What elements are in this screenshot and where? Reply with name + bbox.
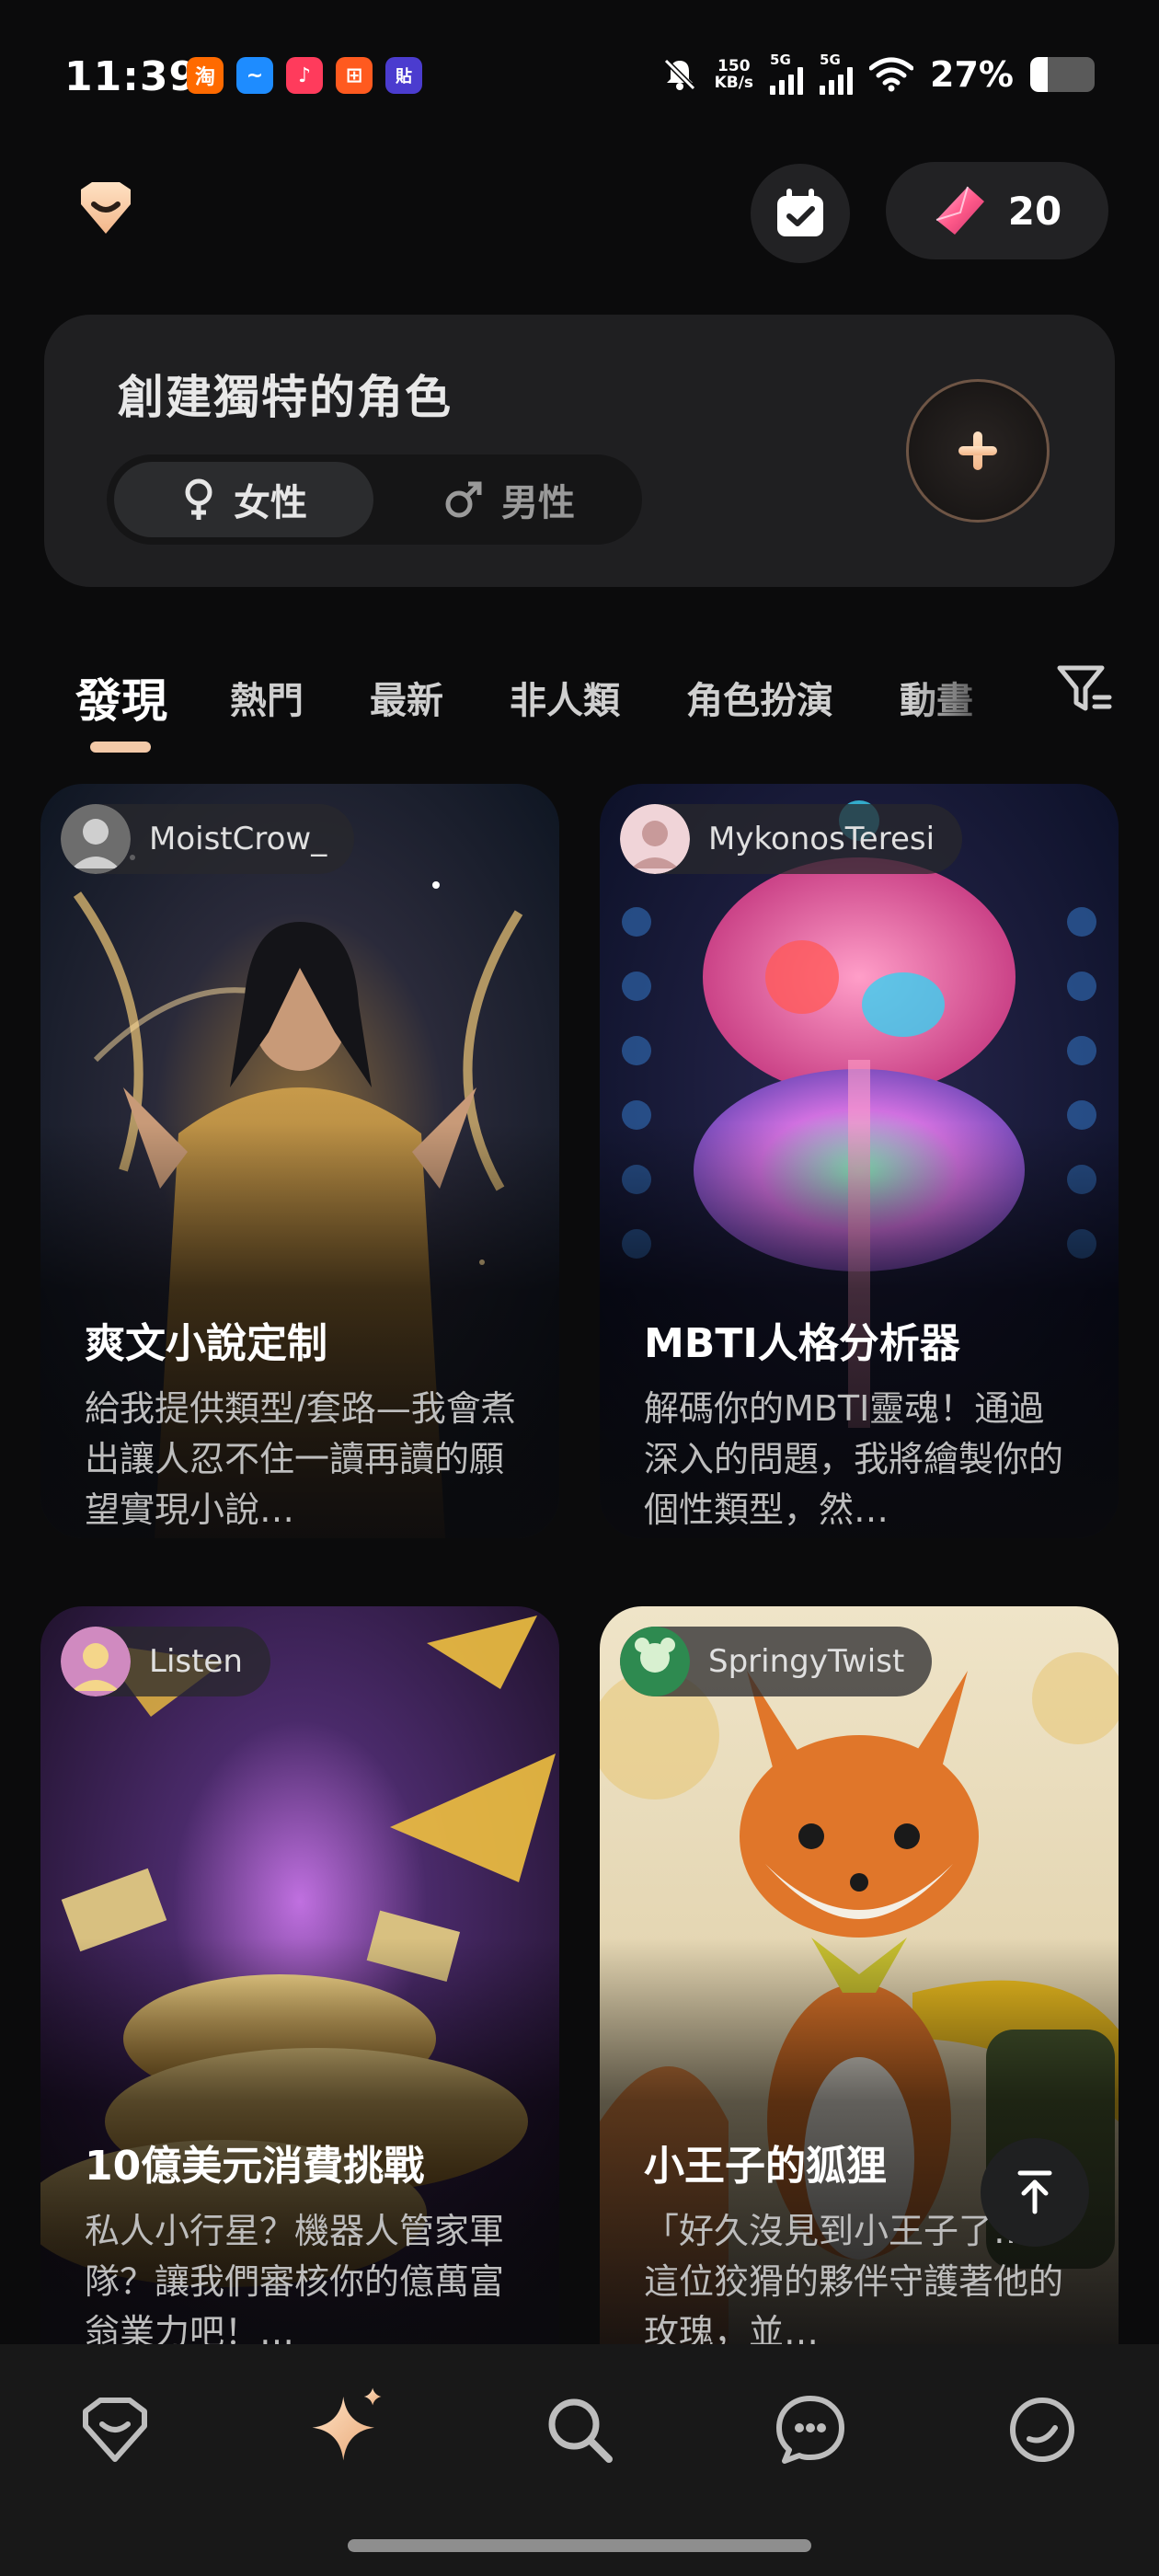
create-character-button[interactable] xyxy=(906,379,1050,523)
network-speed-value: 150 xyxy=(717,56,751,75)
gem-balance-button[interactable]: 20 xyxy=(886,162,1108,259)
mute-bell-icon xyxy=(663,58,695,90)
creator-chip[interactable]: MoistCrow_ xyxy=(61,804,355,874)
battery-icon xyxy=(1030,56,1095,92)
plus-icon xyxy=(958,431,997,470)
tab-popular[interactable]: 熱門 xyxy=(230,671,304,724)
gender-male-option[interactable]: 男性 xyxy=(383,462,635,537)
nav-search[interactable] xyxy=(538,2388,621,2471)
daily-checkin-button[interactable] xyxy=(751,164,850,263)
battery-fill xyxy=(1030,56,1048,92)
signal-1-label: 5G xyxy=(770,52,791,68)
tab-roleplay[interactable]: 角色扮演 xyxy=(686,671,833,724)
taobao-icon: 淘 xyxy=(187,57,224,94)
scroll-to-top-button[interactable] xyxy=(981,2138,1089,2247)
creator-chip[interactable]: Listen xyxy=(61,1627,270,1696)
chat-icon xyxy=(776,2396,844,2464)
home-indicator[interactable] xyxy=(348,2539,811,2552)
gem-count: 20 xyxy=(1007,188,1062,234)
gender-female-label: 女性 xyxy=(234,482,307,524)
card-title: MBTI人格分析器 xyxy=(644,1320,960,1367)
wifi-icon xyxy=(869,57,914,91)
avatar xyxy=(620,804,690,874)
crystal-icon xyxy=(935,186,984,235)
card-description: 私人小行星？機器人管家軍隊？讓我們審核你的億萬富翁業力吧！… xyxy=(85,2211,505,2344)
tab-discover[interactable]: 發現 xyxy=(75,664,167,730)
creator-name: Listen xyxy=(149,1643,243,1680)
creator-chip[interactable]: SpringyTwist xyxy=(620,1627,933,1696)
profile-icon xyxy=(1010,2398,1074,2462)
gender-male-label: 男性 xyxy=(501,482,575,524)
sparkle-discover-icon xyxy=(312,2387,382,2461)
card-description: 解碼你的MBTI靈魂！通過深入的問題，我將繪製你的個性類型，然… xyxy=(644,1388,1064,1530)
tab-non-human[interactable]: 非人類 xyxy=(510,671,620,724)
category-tabs: 發現 熱門 最新 非人類 角色扮演 動畫 xyxy=(75,664,973,730)
character-card[interactable]: MoistCrow_ 爽文小說定制 給我提供類型/套路—我會煮出讓人忍不住一讀再… xyxy=(40,784,559,1538)
tabs-fade xyxy=(911,644,1021,736)
gender-female-option[interactable]: 女性 xyxy=(114,462,373,537)
arrow-up-icon xyxy=(1017,2170,1052,2214)
calendar-check-icon xyxy=(777,189,823,236)
card-title: 小王子的狐狸 xyxy=(644,2143,887,2190)
network-speed: 150 KB/s xyxy=(715,58,753,91)
nav-chat[interactable] xyxy=(769,2388,852,2471)
battery-percent: 27% xyxy=(930,53,1014,95)
active-tab-indicator xyxy=(90,742,151,753)
character-card[interactable]: Listen 10億美元消費挑戰 私人小行星？機器人管家軍隊？讓我們審核你的億萬… xyxy=(40,1606,559,2344)
signal-2-label: 5G xyxy=(820,52,841,68)
tab-latest[interactable]: 最新 xyxy=(370,671,443,724)
card-title: 10億美元消費挑戰 xyxy=(85,2143,425,2190)
filter-icon[interactable] xyxy=(1056,662,1113,716)
status-indicators: 150 KB/s 5G 5G 27% xyxy=(661,53,1095,95)
music-app-icon: ♪ xyxy=(286,57,323,94)
creator-name: SpringyTwist xyxy=(708,1643,905,1680)
nav-profile[interactable] xyxy=(1001,2388,1084,2471)
nav-home[interactable] xyxy=(74,2388,156,2471)
tieba-icon: 貼 xyxy=(385,57,422,94)
status-time: 11:39 xyxy=(64,53,199,100)
heart-home-icon xyxy=(83,2398,147,2462)
avatar xyxy=(61,1627,131,1696)
signal-2: 5G xyxy=(820,52,854,95)
network-speed-unit: KB/s xyxy=(714,73,754,92)
wave-app-icon: ~ xyxy=(236,57,273,94)
card-title: 爽文小說定制 xyxy=(85,1320,327,1367)
avatar xyxy=(61,804,131,874)
signal-bars-icon xyxy=(820,67,854,95)
heart-gem-logo[interactable] xyxy=(74,177,138,241)
signal-bars-icon xyxy=(770,67,804,95)
card-description: 給我提供類型/套路—我會煮出讓人忍不住一讀再讀的願望實現小說… xyxy=(85,1388,516,1530)
grid-app-icon: ⊞ xyxy=(336,57,373,94)
nav-discover[interactable] xyxy=(305,2383,388,2466)
character-card[interactable]: MykonosTeresi MBTI人格分析器 解碼你的MBTI靈魂！通過深入的… xyxy=(600,784,1119,1538)
creator-chip[interactable]: MykonosTeresi xyxy=(620,804,963,874)
gender-selector: 女性 男性 xyxy=(107,454,642,545)
search-icon xyxy=(548,2398,613,2463)
avatar xyxy=(620,1627,690,1696)
notification-app-icons: 淘 ~ ♪ ⊞ 貼 xyxy=(187,57,422,94)
male-symbol-icon xyxy=(445,481,482,518)
female-symbol-icon xyxy=(185,478,212,520)
creator-name: MykonosTeresi xyxy=(708,821,935,857)
signal-1: 5G xyxy=(770,52,804,95)
creator-name: MoistCrow_ xyxy=(149,821,327,857)
create-character-title: 創建獨特的角色 xyxy=(118,371,453,424)
